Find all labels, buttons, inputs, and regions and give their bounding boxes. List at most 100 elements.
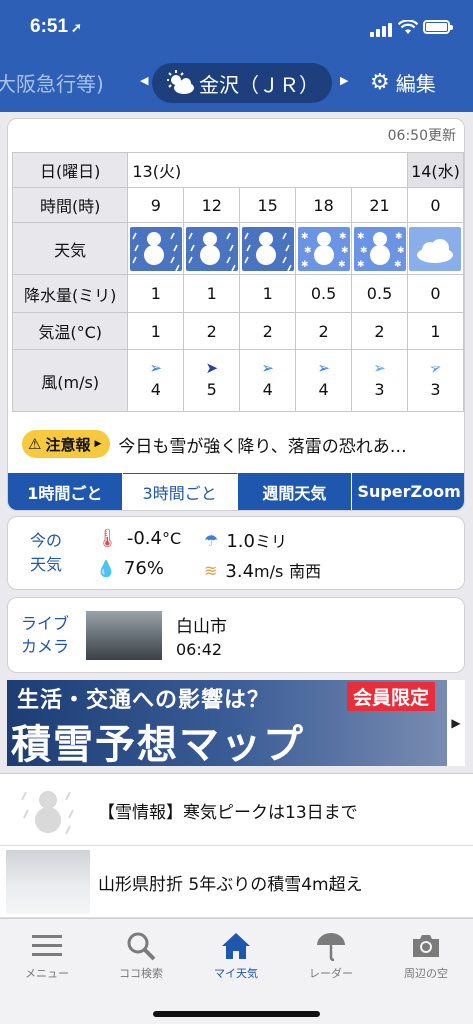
news-item[interactable]: 山形県肘折 5年ぶりの積雪4m超え	[0, 846, 473, 918]
weather-cell	[127, 222, 185, 275]
live-camera-label: ライブ カメラ	[21, 614, 70, 656]
thermometer-icon: 🌡	[96, 528, 119, 549]
chevron-right-icon: ▶	[94, 439, 102, 449]
previous-location[interactable]: 大阪急行等)	[0, 68, 104, 97]
live-camera-card[interactable]: ライブ カメラ 白山市 06:42	[7, 597, 465, 673]
current-temp: 🌡 -0.4°C	[96, 528, 182, 549]
cloud-icon	[409, 226, 462, 271]
precip-cell: 0.5	[351, 274, 408, 313]
row-label-precip: 降水量(ミリ)	[11, 274, 129, 313]
camera-thumbnail[interactable]	[86, 611, 162, 660]
alert-badge: ⚠ 注意報 ▶	[22, 430, 111, 458]
alert-badge-label: 注意報	[45, 435, 91, 454]
current-weather-card[interactable]: 今の 天気 🌡 -0.4°C ☂ 1.0ミリ 💧 76% ≋ 3.4m/s 南西	[7, 516, 465, 590]
wind-arrow-icon: ➢	[317, 358, 330, 377]
row-label-day: 日(曜日)	[11, 152, 129, 188]
snow-icon: ✱ ✱ ✱ ✱ ✱ ✱	[297, 226, 350, 271]
news-list: 【雪情報】寒気ピークは13日まで 山形県肘折 5年ぶりの積雪4m超え	[0, 773, 473, 918]
news-title: 【雪情報】寒気ピークは13日まで	[98, 803, 358, 823]
row-label-temp: 気温(°C)	[11, 312, 129, 350]
wind-cell: ➢ 4	[127, 349, 185, 412]
wind-icon: ≋	[204, 560, 218, 580]
temp-cell: 2	[183, 312, 241, 350]
battery-icon	[423, 20, 453, 34]
precip-cell: 1	[239, 274, 297, 313]
hour-cell: 9	[127, 187, 185, 223]
umbrella-icon	[284, 927, 378, 965]
clock: 6:51 ➚	[30, 16, 82, 37]
svg-text:✱: ✱	[360, 246, 368, 256]
tab-3hour[interactable]: 3時間ごと	[122, 473, 238, 510]
tab-1hour[interactable]: 1時間ごと	[8, 473, 123, 510]
snow-icon: ✱ ✱ ✱ ✱ ✱ ✱	[353, 226, 406, 271]
status-bar: 6:51 ➚	[0, 14, 473, 44]
wind-cell: ➤ 5	[183, 349, 241, 412]
svg-text:✱: ✱	[304, 246, 312, 256]
banner-title: 積雪予想マップ	[11, 722, 305, 766]
camera-place: 白山市	[176, 617, 227, 637]
camera-time: 06:42	[176, 640, 223, 659]
app-header: 6:51 ➚ 大阪急行等) ◀ 金沢（ＪＲ） ▶ ⚙ 編集	[0, 0, 473, 112]
weather-cell: ✱ ✱ ✱ ✱ ✱ ✱	[351, 222, 408, 275]
svg-text:✱: ✱	[357, 232, 365, 242]
prev-arrow-icon[interactable]: ◀	[140, 74, 148, 87]
precip-cell: 1	[127, 274, 185, 313]
tab-superzoom[interactable]: SuperZoom	[352, 473, 464, 510]
updated-time: 06:50更新	[387, 128, 456, 144]
alert-text: 今日も雪が強く降り、落雷の恐れあ…	[118, 436, 407, 457]
wind-speed: 4	[318, 379, 329, 399]
location-arrow-icon: ➚	[71, 20, 82, 35]
precip-cell: 0.5	[295, 274, 353, 313]
nav-radar[interactable]: レーダー	[284, 927, 378, 981]
temp-cell: 1	[127, 312, 185, 350]
svg-text:✱: ✱	[301, 260, 309, 270]
sun-cloud-icon	[165, 70, 195, 96]
heavy-snow-icon	[129, 226, 182, 271]
temp-cell: 2	[295, 312, 353, 350]
snow-news-thumbnail	[6, 778, 90, 842]
menu-icon	[0, 927, 94, 965]
wind-cell: ➢ 4	[295, 349, 353, 412]
day-cell: 13(火)	[127, 152, 408, 188]
chevron-right-icon[interactable]: ▶	[447, 680, 465, 766]
weather-alert[interactable]: ⚠ 注意報 ▶ 今日も雪が強く降り、落雷の恐れあ…	[22, 425, 464, 463]
wind-cell: ➢ 3	[351, 349, 408, 412]
current-precip: ☂ 1.0ミリ	[204, 530, 287, 553]
forecast-tabs: 1時間ごと 3時間ごと 週間天気 SuperZoom	[8, 473, 464, 510]
precip-cell: 1	[183, 274, 241, 313]
snow-map-banner[interactable]: 生活・交通への影響は？ 積雪予想マップ 会員限定 ▶	[7, 680, 465, 766]
current-wind: ≋ 3.4m/s 南西	[204, 560, 322, 583]
humidity-drop-icon: 💧	[96, 559, 116, 578]
current-location-label: 金沢（ＪＲ）	[199, 72, 319, 97]
news-item[interactable]: 【雪情報】寒気ピークは13日まで	[0, 774, 473, 846]
current-location-button[interactable]: 金沢（ＪＲ）	[152, 63, 332, 103]
wind-arrow-icon: ➤	[205, 358, 219, 377]
next-arrow-icon[interactable]: ▶	[340, 74, 348, 87]
wind-cell: ➢ 4	[239, 349, 297, 412]
home-indicator	[153, 1011, 320, 1017]
edit-button[interactable]: ⚙ 編集	[370, 68, 436, 97]
snow-photo-thumbnail	[6, 850, 90, 914]
member-only-badge: 会員限定	[347, 682, 436, 711]
nav-search[interactable]: ココ検索	[94, 927, 188, 981]
svg-text:✱: ✱	[397, 246, 405, 256]
nav-my-weather[interactable]: マイ天気	[189, 927, 283, 981]
temp-cell: 2	[351, 312, 408, 350]
news-title: 山形県肘折 5年ぶりの積雪4m超え	[98, 875, 363, 895]
nav-nearby-sky[interactable]: 周辺の空	[379, 927, 473, 981]
heavy-snow-icon	[185, 226, 238, 271]
search-icon	[94, 927, 188, 965]
wind-arrow-icon: ➢	[149, 358, 163, 377]
wind-speed: 5	[206, 379, 217, 399]
nav-menu[interactable]: メニュー	[0, 927, 94, 981]
wind-speed: 3	[374, 379, 385, 399]
weather-cell	[406, 222, 464, 275]
precip-cell: 0	[406, 274, 464, 313]
forecast-table: 日(曜日) 13(火) 14(水) 時間(時) 9 12 15 18 21 0 …	[11, 152, 464, 412]
hour-cell: 0	[406, 187, 464, 223]
camera-icon	[379, 927, 473, 965]
edit-label: 編集	[395, 72, 436, 96]
hour-cell: 18	[295, 187, 353, 223]
tab-weekly[interactable]: 週間天気	[237, 473, 353, 510]
location-switcher: 大阪急行等) ◀ 金沢（ＪＲ） ▶ ⚙ 編集	[0, 62, 473, 104]
